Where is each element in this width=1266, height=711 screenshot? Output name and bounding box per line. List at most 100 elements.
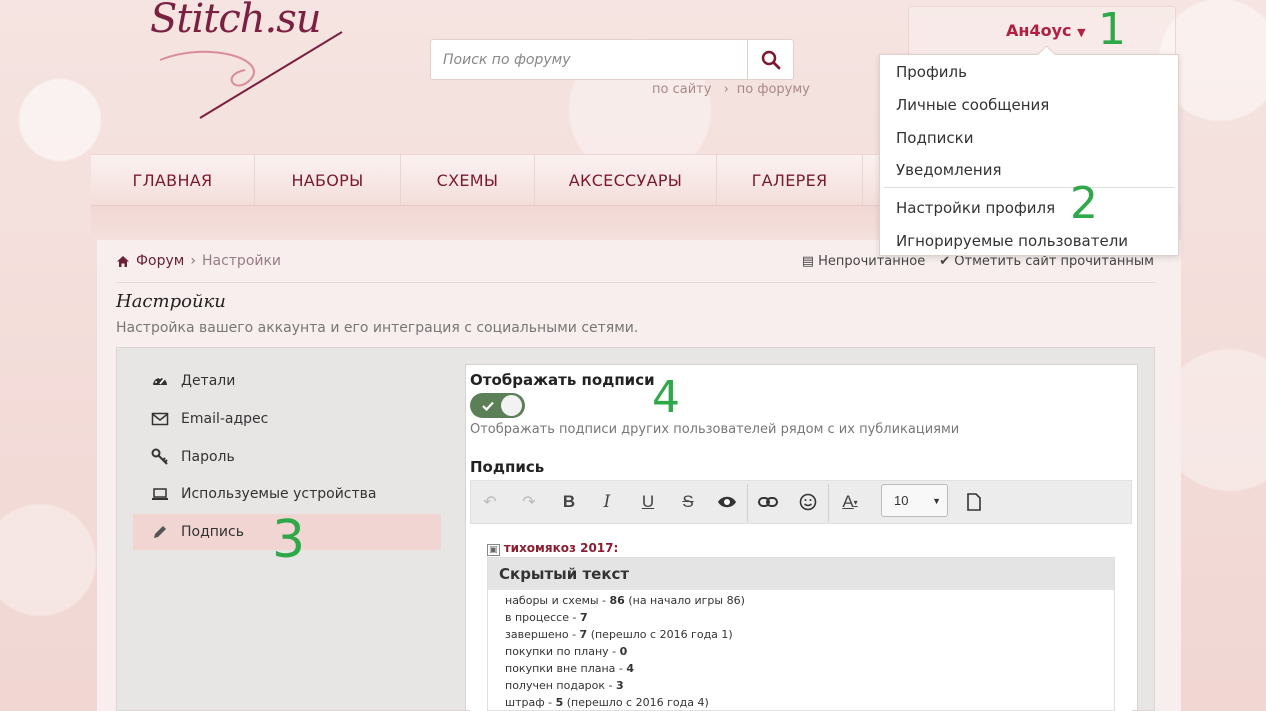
sidebar-item-email[interactable]: Email-адрес — [133, 401, 441, 437]
toggle-knob — [501, 395, 522, 416]
breadcrumb-settings[interactable]: Настройки — [202, 253, 281, 269]
breadcrumb: Форум › Настройки — [116, 253, 281, 269]
site-logo[interactable]: Stitch.su — [150, 0, 350, 120]
search-site-link[interactable]: по сайту — [652, 82, 711, 97]
username: Ан4оус — [1006, 21, 1072, 40]
stat-note: (на начало игры 86) — [624, 594, 745, 607]
main-nav: ГЛАВНАЯ НАБОРЫ СХЕМЫ АКСЕССУАРЫ ГАЛЕРЕЯ — [91, 154, 881, 206]
check-icon: ✔ — [939, 254, 951, 269]
stat-line: покупки вне плана - 4 — [505, 662, 634, 675]
key-icon — [151, 448, 168, 465]
sidebar-label: Подпись — [181, 524, 244, 540]
file-icon[interactable] — [962, 490, 986, 514]
stat-label: наборы и схемы - — [505, 594, 610, 607]
stat-label: покупки вне плана - — [505, 662, 627, 675]
home-icon — [117, 255, 129, 267]
pencil-icon — [154, 526, 166, 538]
sidebar-item-devices[interactable]: Используемые устройства — [133, 476, 441, 512]
nav-gallery[interactable]: ГАЛЕРЕЯ — [717, 155, 863, 205]
stat-label: завершено - — [505, 628, 580, 641]
toolbar-divider — [747, 484, 748, 522]
chevron-right-icon: › — [190, 253, 196, 269]
stat-note: (перешло с 2016 года 1) — [587, 628, 733, 641]
stat-label: получен подарок - — [505, 679, 617, 692]
caret-down-icon: ▼ — [1077, 26, 1086, 39]
stat-label: в процессе - — [505, 611, 580, 624]
user-menu-toggle[interactable]: Ан4оус ▼ — [1006, 21, 1086, 40]
breadcrumb-forum[interactable]: Форум — [136, 253, 184, 269]
search-icon — [761, 50, 780, 69]
signature-title: Подпись — [470, 458, 545, 476]
menu-profile[interactable]: Профиль — [896, 63, 967, 81]
page-title: Настройки — [116, 291, 226, 312]
divider — [116, 282, 1156, 283]
sidebar-item-details[interactable]: Детали — [133, 363, 441, 399]
dashboard-icon — [153, 377, 167, 385]
chevron-right-icon: › — [723, 82, 729, 97]
check-icon — [482, 401, 494, 412]
needle-icon — [159, 31, 343, 119]
search-button[interactable] — [747, 40, 793, 79]
smiley-icon[interactable] — [796, 490, 820, 514]
nav-home[interactable]: ГЛАВНАЯ — [91, 155, 255, 205]
envelope-icon — [151, 412, 169, 426]
show-signatures-toggle[interactable] — [470, 393, 525, 418]
sidebar-item-password[interactable]: Пароль — [133, 439, 441, 475]
stat-value: 86 — [609, 594, 625, 607]
stat-line: наборы и схемы - 86 (на начало игры 86) — [505, 594, 745, 607]
link-icon[interactable] — [756, 490, 780, 514]
stat-value: 0 — [619, 645, 628, 658]
nav-schemes[interactable]: СХЕМЫ — [401, 155, 535, 205]
menu-ignored-users[interactable]: Игнорируемые пользователи — [896, 232, 1128, 250]
stat-line: покупки по плану - 0 — [505, 645, 627, 658]
stat-note: (перешло с 2016 года 4) — [563, 696, 709, 709]
stat-line: штраф - 5 (перешло с 2016 года 4) — [505, 696, 709, 709]
menu-messages[interactable]: Личные сообщения — [896, 96, 1049, 114]
caret-down-icon: ▼ — [932, 495, 941, 506]
hidden-text-title[interactable]: Скрытый текст — [488, 558, 1114, 590]
stat-line: в процессе - 7 — [505, 611, 588, 624]
font-size-value: 10 — [894, 493, 909, 508]
strikethrough-icon[interactable]: S — [676, 490, 700, 514]
stat-label: штраф - — [505, 696, 556, 709]
text-color-icon[interactable]: A ▾ — [838, 490, 862, 514]
search-input[interactable] — [431, 40, 747, 79]
menu-notifications[interactable]: Уведомления — [896, 161, 1001, 179]
sidebar-item-signature[interactable]: Подпись — [133, 514, 441, 550]
stat-value: 4 — [626, 662, 635, 675]
undo-icon[interactable]: ↶ — [478, 490, 502, 514]
page-actions: ▤ Непрочитанное ✔ Отметить сайт прочитан… — [802, 254, 1154, 269]
sidebar-label: Пароль — [181, 449, 235, 465]
nav-accessories[interactable]: АКСЕССУАРЫ — [535, 155, 717, 205]
eye-icon[interactable] — [715, 490, 739, 514]
nav-kits[interactable]: НАБОРЫ — [255, 155, 401, 205]
sidebar-label: Используемые устройства — [181, 486, 377, 502]
toolbar-divider — [828, 484, 829, 522]
sidebar-label: Email-адрес — [181, 411, 269, 427]
signature-heading-text: тихомякоз 2017: — [503, 541, 619, 555]
newspaper-icon: ▤ — [801, 254, 814, 269]
underline-icon[interactable]: U — [636, 490, 660, 514]
mark-read-label: Отметить сайт прочитанным — [954, 254, 1154, 269]
menu-profile-settings[interactable]: Настройки профиля — [896, 199, 1055, 217]
bold-icon[interactable]: B — [557, 490, 581, 514]
stat-line: завершено - 7 (перешло с 2016 года 1) — [505, 628, 733, 641]
stat-value: 3 — [616, 679, 624, 692]
redo-icon[interactable]: ↷ — [517, 490, 541, 514]
unread-link[interactable]: ▤ Непрочитанное — [802, 254, 926, 269]
italic-icon[interactable]: I — [595, 490, 619, 514]
show-signatures-desc: Отображать подписи других пользователей … — [470, 422, 960, 437]
signature-heading: ▣ тихомякоз 2017: — [487, 541, 619, 556]
search-forum-link[interactable]: по форуму — [737, 82, 810, 97]
font-size-select[interactable]: 10 ▼ — [881, 484, 948, 517]
page-subtitle: Настройка вашего аккаунта и его интеграц… — [116, 320, 639, 336]
search-scope-links: по сайту › по форуму — [652, 82, 818, 97]
stat-line: получен подарок - 3 — [505, 679, 624, 692]
menu-subscriptions[interactable]: Подписки — [896, 129, 973, 147]
sidebar-label: Детали — [181, 373, 236, 389]
menu-divider — [884, 187, 1174, 188]
user-dropdown: Профиль Личные сообщения Подписки Уведом… — [879, 54, 1179, 256]
mark-read-link[interactable]: ✔ Отметить сайт прочитанным — [939, 254, 1154, 269]
unread-label: Непрочитанное — [818, 254, 926, 269]
stat-label: покупки по плану - — [505, 645, 620, 658]
